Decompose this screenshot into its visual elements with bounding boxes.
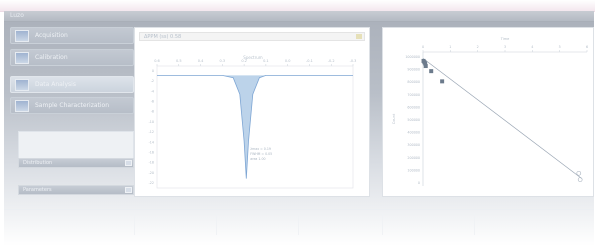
divider (298, 213, 299, 235)
spectrum-panel: ΔPPM (ss) 0.58 Spectrum 0.6 0.5 0.4 0.3 0.2 0… (134, 27, 370, 197)
x-tick-label: 2 (477, 45, 479, 49)
y-tick-label: 900000 (407, 68, 420, 72)
x-tick-label: 0.5 (176, 59, 182, 63)
scatter-panel: Time 0 1 2 3 4 5 6 1000000 900000 800000 700000 6000… (382, 27, 594, 197)
data-point (576, 170, 582, 176)
x-tick-label: -0.2 (328, 59, 335, 63)
y-tick-label: 500000 (407, 118, 420, 122)
chevron-down-icon[interactable] (125, 187, 132, 193)
x-tick-label: 0.4 (198, 59, 204, 63)
sidebar-item-calibration[interactable]: Calibration (10, 49, 134, 66)
select-label: Distribution (23, 160, 53, 166)
data-point (440, 79, 445, 84)
y-tick-label: 800000 (407, 80, 420, 84)
sidebar-item-sample-characterization[interactable]: Sample Characterization (10, 97, 134, 114)
parameters-select[interactable]: Parameters (18, 185, 134, 195)
divider (134, 213, 135, 235)
y-tick-label: 0 (418, 181, 420, 185)
divider (382, 213, 383, 235)
peak-annotation: FWHM = 0.05 (250, 152, 272, 156)
data-point (423, 64, 428, 69)
divider (4, 209, 594, 210)
y-tick-label: -14 (149, 140, 154, 144)
y-tick-label: -6 (151, 100, 154, 104)
x-tick-label: 4 (531, 45, 533, 49)
y-tick-label: 1000000 (405, 55, 420, 59)
x-tick-label: 3 (504, 45, 506, 49)
y-tick-label: 600000 (407, 105, 420, 109)
y-tick-label: 300000 (407, 143, 420, 147)
distribution-select[interactable]: Distribution (18, 158, 134, 168)
x-tick-label: 0.6 (154, 59, 160, 63)
x-tick-label: 0 (422, 45, 424, 49)
y-tick-label: -10 (149, 120, 154, 124)
sidebar-item-label: Data Analysis (35, 81, 76, 88)
x-tick-label: 6 (586, 45, 588, 49)
divider (474, 213, 475, 235)
y-tick-label: -8 (151, 110, 154, 114)
y-tick-label: 400000 (407, 131, 420, 135)
bottom-table-area (4, 209, 594, 237)
peak-annotation: area 1.00 (250, 157, 265, 161)
title-bar: Luzo (4, 11, 594, 22)
x-axis-label: Time (500, 37, 510, 41)
divider (216, 213, 217, 235)
spectrum-line (157, 75, 353, 179)
sidebar-item-acquisition[interactable]: Acquisition (10, 27, 134, 44)
peak-fill (157, 75, 353, 179)
y-tick-label: -22 (149, 181, 154, 185)
y-tick-label: 700000 (407, 93, 420, 97)
y-tick-label: -18 (149, 161, 154, 165)
trend-line (422, 58, 582, 179)
peak-annotation: λmax = 0.19 (250, 147, 271, 151)
y-tick-label: -20 (149, 171, 154, 175)
instrument-icon (15, 30, 29, 42)
y-tick-label: 100000 (407, 168, 420, 172)
app-window: Luzo Acquisition Calibration Data Analys… (4, 11, 594, 246)
calibration-icon (15, 52, 29, 64)
select-label: Parameters (23, 187, 52, 193)
x-tick-label: 0.1 (263, 59, 269, 63)
sample-icon (15, 100, 29, 112)
scatter-chart: Time0 1 2 3 4 5 610000009000008000007000006000… (392, 37, 588, 186)
x-tick-label: 1 (449, 45, 451, 49)
y-tick-label: -2 (151, 79, 154, 83)
y-axis-label: Count (392, 113, 396, 124)
sidebar-item-label: Sample Characterization (35, 102, 110, 109)
chart-icon (15, 79, 29, 91)
chevron-down-icon[interactable] (125, 160, 132, 166)
x-tick-label: -0.1 (306, 59, 313, 63)
y-tick-label: -16 (149, 150, 154, 154)
y-tick-label: -12 (149, 130, 154, 134)
x-tick-label: -0.3 (350, 59, 357, 63)
x-tick-label: 0.3 (220, 59, 226, 63)
data-point (577, 177, 583, 182)
sidebar-item-data-analysis[interactable]: Data Analysis (10, 76, 134, 93)
sidebar-item-label: Calibration (35, 54, 68, 61)
y-tick-label: 0 (152, 69, 154, 73)
data-point (429, 69, 434, 74)
window-title: Luzo (10, 12, 24, 19)
x-tick-label: 5 (559, 45, 561, 49)
x-tick-label: 0.0 (285, 59, 291, 63)
y-tick-label: 200000 (407, 156, 420, 160)
y-tick-label: -4 (151, 89, 154, 93)
sidebar: Acquisition Calibration Data Analysis Sa… (10, 27, 134, 227)
spectrum-chart: 0.6 0.5 0.4 0.3 0.2 0.1 0.0 -0.1 -0.2 -0.3 0 -2 -4 -6… (149, 59, 357, 189)
sidebar-item-label: Acquisition (35, 32, 68, 39)
x-tick-label: 0.2 (241, 59, 247, 63)
